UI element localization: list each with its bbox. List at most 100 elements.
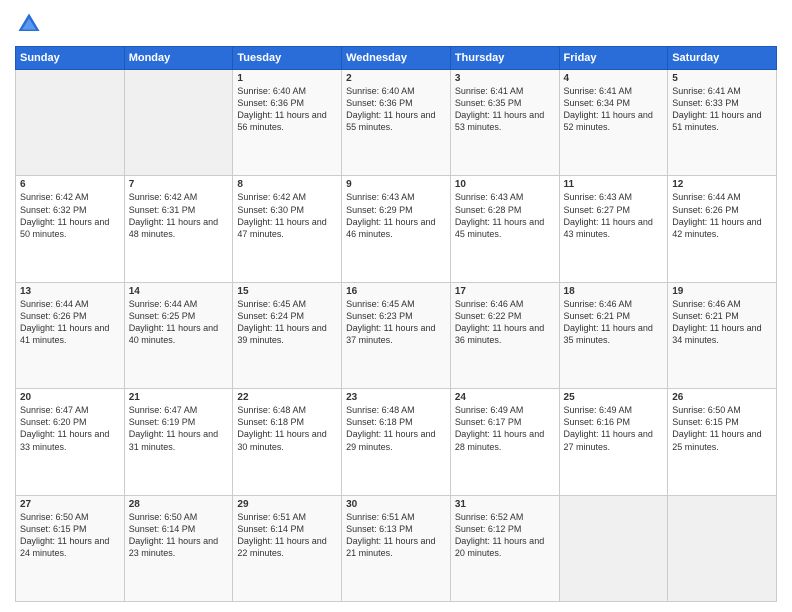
day-number: 10 [455, 179, 555, 190]
day-number: 16 [346, 286, 446, 297]
day-content: Sunrise: 6:50 AMSunset: 6:14 PMDaylight:… [129, 511, 229, 560]
day-cell: 7Sunrise: 6:42 AMSunset: 6:31 PMDaylight… [124, 176, 233, 282]
header-cell-friday: Friday [559, 47, 668, 70]
day-content: Sunrise: 6:47 AMSunset: 6:19 PMDaylight:… [129, 404, 229, 453]
day-number: 11 [564, 179, 664, 190]
day-number: 3 [455, 73, 555, 84]
day-cell: 10Sunrise: 6:43 AMSunset: 6:28 PMDayligh… [450, 176, 559, 282]
header-cell-wednesday: Wednesday [342, 47, 451, 70]
day-number: 31 [455, 499, 555, 510]
calendar-table: SundayMondayTuesdayWednesdayThursdayFrid… [15, 46, 777, 602]
day-content: Sunrise: 6:47 AMSunset: 6:20 PMDaylight:… [20, 404, 120, 453]
day-number: 23 [346, 392, 446, 403]
week-row-1: 6Sunrise: 6:42 AMSunset: 6:32 PMDaylight… [16, 176, 777, 282]
day-cell: 31Sunrise: 6:52 AMSunset: 6:12 PMDayligh… [450, 495, 559, 601]
day-number: 1 [237, 73, 337, 84]
day-number: 18 [564, 286, 664, 297]
day-cell: 5Sunrise: 6:41 AMSunset: 6:33 PMDaylight… [668, 70, 777, 176]
calendar-body: 1Sunrise: 6:40 AMSunset: 6:36 PMDaylight… [16, 70, 777, 602]
day-content: Sunrise: 6:45 AMSunset: 6:24 PMDaylight:… [237, 298, 337, 347]
day-content: Sunrise: 6:48 AMSunset: 6:18 PMDaylight:… [346, 404, 446, 453]
day-cell: 8Sunrise: 6:42 AMSunset: 6:30 PMDaylight… [233, 176, 342, 282]
day-number: 19 [672, 286, 772, 297]
day-cell: 21Sunrise: 6:47 AMSunset: 6:19 PMDayligh… [124, 389, 233, 495]
day-number: 7 [129, 179, 229, 190]
day-number: 28 [129, 499, 229, 510]
week-row-2: 13Sunrise: 6:44 AMSunset: 6:26 PMDayligh… [16, 282, 777, 388]
day-cell: 29Sunrise: 6:51 AMSunset: 6:14 PMDayligh… [233, 495, 342, 601]
day-content: Sunrise: 6:49 AMSunset: 6:17 PMDaylight:… [455, 404, 555, 453]
day-number: 26 [672, 392, 772, 403]
day-cell [559, 495, 668, 601]
day-number: 20 [20, 392, 120, 403]
day-content: Sunrise: 6:46 AMSunset: 6:21 PMDaylight:… [672, 298, 772, 347]
day-cell: 22Sunrise: 6:48 AMSunset: 6:18 PMDayligh… [233, 389, 342, 495]
day-number: 30 [346, 499, 446, 510]
day-content: Sunrise: 6:44 AMSunset: 6:25 PMDaylight:… [129, 298, 229, 347]
day-number: 4 [564, 73, 664, 84]
day-number: 15 [237, 286, 337, 297]
day-cell: 11Sunrise: 6:43 AMSunset: 6:27 PMDayligh… [559, 176, 668, 282]
day-content: Sunrise: 6:48 AMSunset: 6:18 PMDaylight:… [237, 404, 337, 453]
day-cell [16, 70, 125, 176]
day-content: Sunrise: 6:41 AMSunset: 6:35 PMDaylight:… [455, 85, 555, 134]
day-number: 2 [346, 73, 446, 84]
day-number: 29 [237, 499, 337, 510]
day-cell: 25Sunrise: 6:49 AMSunset: 6:16 PMDayligh… [559, 389, 668, 495]
logo-icon [15, 10, 43, 38]
day-number: 14 [129, 286, 229, 297]
logo [15, 10, 47, 38]
day-content: Sunrise: 6:49 AMSunset: 6:16 PMDaylight:… [564, 404, 664, 453]
day-content: Sunrise: 6:40 AMSunset: 6:36 PMDaylight:… [237, 85, 337, 134]
day-content: Sunrise: 6:44 AMSunset: 6:26 PMDaylight:… [20, 298, 120, 347]
day-number: 8 [237, 179, 337, 190]
day-number: 5 [672, 73, 772, 84]
day-number: 9 [346, 179, 446, 190]
day-cell: 28Sunrise: 6:50 AMSunset: 6:14 PMDayligh… [124, 495, 233, 601]
day-cell: 14Sunrise: 6:44 AMSunset: 6:25 PMDayligh… [124, 282, 233, 388]
day-cell: 9Sunrise: 6:43 AMSunset: 6:29 PMDaylight… [342, 176, 451, 282]
day-cell: 26Sunrise: 6:50 AMSunset: 6:15 PMDayligh… [668, 389, 777, 495]
day-content: Sunrise: 6:43 AMSunset: 6:27 PMDaylight:… [564, 191, 664, 240]
day-cell: 20Sunrise: 6:47 AMSunset: 6:20 PMDayligh… [16, 389, 125, 495]
day-content: Sunrise: 6:42 AMSunset: 6:31 PMDaylight:… [129, 191, 229, 240]
day-content: Sunrise: 6:46 AMSunset: 6:22 PMDaylight:… [455, 298, 555, 347]
day-number: 24 [455, 392, 555, 403]
day-number: 22 [237, 392, 337, 403]
day-number: 12 [672, 179, 772, 190]
header-cell-saturday: Saturday [668, 47, 777, 70]
day-content: Sunrise: 6:45 AMSunset: 6:23 PMDaylight:… [346, 298, 446, 347]
day-cell: 4Sunrise: 6:41 AMSunset: 6:34 PMDaylight… [559, 70, 668, 176]
day-cell: 13Sunrise: 6:44 AMSunset: 6:26 PMDayligh… [16, 282, 125, 388]
header-row: SundayMondayTuesdayWednesdayThursdayFrid… [16, 47, 777, 70]
day-cell [124, 70, 233, 176]
header-cell-monday: Monday [124, 47, 233, 70]
day-number: 6 [20, 179, 120, 190]
week-row-3: 20Sunrise: 6:47 AMSunset: 6:20 PMDayligh… [16, 389, 777, 495]
day-cell: 30Sunrise: 6:51 AMSunset: 6:13 PMDayligh… [342, 495, 451, 601]
day-cell: 3Sunrise: 6:41 AMSunset: 6:35 PMDaylight… [450, 70, 559, 176]
day-content: Sunrise: 6:42 AMSunset: 6:32 PMDaylight:… [20, 191, 120, 240]
day-content: Sunrise: 6:46 AMSunset: 6:21 PMDaylight:… [564, 298, 664, 347]
day-content: Sunrise: 6:50 AMSunset: 6:15 PMDaylight:… [20, 511, 120, 560]
day-cell: 6Sunrise: 6:42 AMSunset: 6:32 PMDaylight… [16, 176, 125, 282]
day-cell [668, 495, 777, 601]
calendar-header: SundayMondayTuesdayWednesdayThursdayFrid… [16, 47, 777, 70]
week-row-4: 27Sunrise: 6:50 AMSunset: 6:15 PMDayligh… [16, 495, 777, 601]
header [15, 10, 777, 38]
page: SundayMondayTuesdayWednesdayThursdayFrid… [0, 0, 792, 612]
day-content: Sunrise: 6:43 AMSunset: 6:29 PMDaylight:… [346, 191, 446, 240]
day-content: Sunrise: 6:41 AMSunset: 6:34 PMDaylight:… [564, 85, 664, 134]
header-cell-sunday: Sunday [16, 47, 125, 70]
day-content: Sunrise: 6:44 AMSunset: 6:26 PMDaylight:… [672, 191, 772, 240]
day-content: Sunrise: 6:51 AMSunset: 6:14 PMDaylight:… [237, 511, 337, 560]
day-cell: 18Sunrise: 6:46 AMSunset: 6:21 PMDayligh… [559, 282, 668, 388]
day-number: 17 [455, 286, 555, 297]
day-number: 21 [129, 392, 229, 403]
day-content: Sunrise: 6:42 AMSunset: 6:30 PMDaylight:… [237, 191, 337, 240]
day-content: Sunrise: 6:51 AMSunset: 6:13 PMDaylight:… [346, 511, 446, 560]
day-content: Sunrise: 6:40 AMSunset: 6:36 PMDaylight:… [346, 85, 446, 134]
header-cell-thursday: Thursday [450, 47, 559, 70]
day-content: Sunrise: 6:50 AMSunset: 6:15 PMDaylight:… [672, 404, 772, 453]
day-cell: 17Sunrise: 6:46 AMSunset: 6:22 PMDayligh… [450, 282, 559, 388]
